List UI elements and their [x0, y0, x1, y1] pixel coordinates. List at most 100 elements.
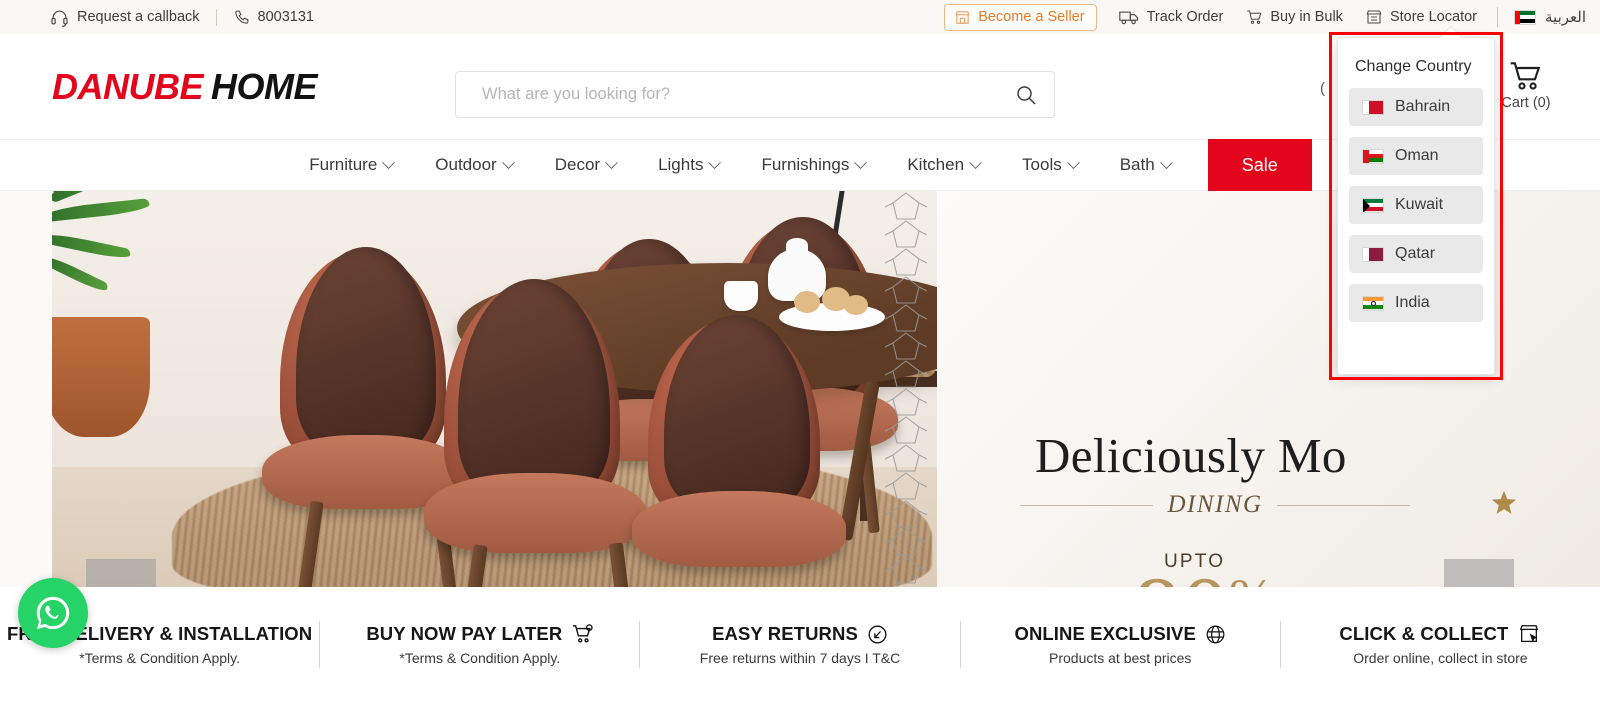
country-label: Kuwait: [1395, 196, 1444, 213]
kuwait-flag-icon: [1362, 197, 1384, 213]
language-switcher[interactable]: العربية: [1514, 8, 1586, 26]
feature-heading-row: BUY NOW PAY LATER: [366, 623, 593, 645]
headset-icon: [50, 8, 69, 27]
hero-banner-image: [52, 191, 937, 587]
country-dropdown-panel: Change Country Bahrain Oman Kuwait Qatar…: [1337, 37, 1495, 375]
feature-subtitle: Products at best prices: [1049, 650, 1192, 666]
nav-label: Furniture: [309, 155, 378, 174]
hero-discount-number: 80: [1133, 562, 1229, 587]
nav-label: Furnishings: [761, 155, 850, 174]
logo-danube: DANUBE: [52, 65, 204, 107]
search-input[interactable]: [482, 85, 1014, 104]
search-bar[interactable]: [455, 71, 1055, 118]
rule-right: [1276, 504, 1411, 506]
country-option-bahrain[interactable]: Bahrain: [1349, 88, 1483, 126]
globe-icon: [1205, 624, 1226, 645]
rule-left: [1020, 504, 1154, 506]
chevron-down-icon: [969, 155, 982, 169]
nav-items-container: Furniture Outdoor Decor Lights Furnishin…: [288, 139, 1312, 191]
country-label: Qatar: [1395, 245, 1436, 262]
country-option-qatar[interactable]: Qatar: [1349, 235, 1483, 273]
account-partial-text[interactable]: (: [1320, 80, 1325, 97]
request-callback-link[interactable]: Request a callback: [50, 8, 200, 27]
chevron-down-icon: [382, 155, 396, 169]
nav-label: Kitchen: [907, 155, 965, 174]
country-option-kuwait[interactable]: Kuwait: [1349, 186, 1483, 224]
cart-label: Cart (0): [1501, 95, 1551, 111]
store-locator-label: Store Locator: [1389, 9, 1477, 25]
nav-item-bath[interactable]: Bath: [1099, 139, 1192, 191]
india-flag-icon: [1362, 295, 1384, 311]
feature-subtitle: Order online, collect in store: [1353, 650, 1528, 666]
hero-title: Deliciously Mo: [1035, 428, 1347, 483]
buy-in-bulk-label: Buy in Bulk: [1270, 9, 1343, 25]
nav-label: Tools: [1022, 155, 1062, 174]
nav-label: Decor: [554, 155, 601, 174]
country-label: Bahrain: [1395, 98, 1451, 115]
country-dropdown-title: Change Country: [1355, 58, 1472, 75]
feature-subtitle: *Terms & Condition Apply.: [79, 650, 241, 666]
country-option-india[interactable]: India: [1349, 284, 1483, 322]
hero-subtitle-row: DINING: [1020, 491, 1411, 519]
track-order-link[interactable]: Track Order: [1118, 8, 1224, 26]
feature-title: BUY NOW PAY LATER: [366, 623, 563, 644]
utility-left-group: Request a callback 8003131: [50, 8, 314, 27]
nav-item-lights[interactable]: Lights: [637, 139, 740, 191]
hero-discount-percent: %: [1229, 571, 1274, 587]
nav-label: Lights: [658, 155, 704, 174]
feature-online-exclusive: ONLINE EXCLUSIVE Products at best prices: [961, 623, 1280, 666]
site-logo[interactable]: DANUBE HOME: [52, 65, 318, 108]
utility-divider: [215, 8, 217, 26]
chevron-down-icon: [1159, 155, 1173, 169]
nav-item-furnishings[interactable]: Furnishings: [740, 139, 886, 191]
sale-label: Sale: [1241, 154, 1278, 175]
nav-item-decor[interactable]: Decor: [534, 139, 637, 191]
track-order-label: Track Order: [1146, 9, 1224, 25]
search-icon[interactable]: [1014, 83, 1038, 107]
carousel-next-button[interactable]: [1444, 559, 1514, 587]
phone-link[interactable]: 8003131: [233, 9, 314, 26]
buy-in-bulk-link[interactable]: Buy in Bulk: [1245, 8, 1343, 26]
utility-bar: Request a callback 8003131 Become a Sell…: [0, 0, 1600, 34]
country-label: Oman: [1395, 147, 1439, 164]
feature-click-and-collect: CLICK & COLLECT Order online, collect in…: [1281, 623, 1600, 666]
whatsapp-icon: [36, 596, 70, 630]
page-root: Request a callback 8003131 Become a Sell…: [0, 0, 1600, 702]
nav-label: Bath: [1119, 155, 1155, 174]
feature-title: EASY RETURNS: [712, 623, 858, 644]
oman-flag-icon: [1362, 148, 1384, 164]
whatsapp-button[interactable]: [18, 578, 88, 648]
carousel-prev-button[interactable]: [86, 559, 156, 587]
chevron-down-icon: [708, 155, 722, 169]
become-a-seller-button[interactable]: Become a Seller: [944, 3, 1097, 31]
feature-heading-row: CLICK & COLLECT: [1339, 623, 1541, 645]
nav-item-kitchen[interactable]: Kitchen: [886, 139, 1001, 191]
country-option-oman[interactable]: Oman: [1349, 137, 1483, 175]
nav-item-outdoor[interactable]: Outdoor: [414, 139, 533, 191]
hero-subtitle: DINING: [1167, 491, 1263, 518]
bahrain-flag-icon: [1362, 99, 1384, 115]
become-a-seller-label: Become a Seller: [978, 9, 1085, 25]
feature-buy-now-pay-later: BUY NOW PAY LATER *Terms & Condition App…: [320, 623, 639, 666]
star-decoration-icon: [1489, 489, 1519, 519]
qatar-flag-icon: [1362, 246, 1384, 262]
feature-subtitle: Free returns within 7 days I T&C: [699, 650, 901, 666]
hero-discount-group: 80 % OFF: [1133, 562, 1337, 587]
store-locator-link[interactable]: Store Locator: [1365, 8, 1477, 26]
feature-heading-row: ONLINE EXCLUSIVE: [1014, 623, 1226, 645]
feature-title: CLICK & COLLECT: [1339, 623, 1509, 644]
arabesque-pattern-decoration: [884, 191, 928, 587]
chevron-down-icon: [501, 155, 515, 169]
cart-button[interactable]: Cart (0): [1490, 60, 1562, 111]
nav-item-sale[interactable]: Sale: [1207, 139, 1312, 191]
request-callback-label: Request a callback: [77, 9, 200, 25]
chevron-down-icon: [605, 155, 618, 169]
phone-number-label: 8003131: [257, 9, 314, 25]
nav-label: Outdoor: [435, 155, 497, 174]
storefront-icon: [954, 9, 971, 26]
utility-right-group: Become a Seller Track Order Buy in Bulk …: [944, 0, 1600, 34]
feature-easy-returns: EASY RETURNS Free returns within 7 days …: [640, 623, 959, 666]
chevron-down-icon: [1066, 155, 1080, 169]
nav-item-tools[interactable]: Tools: [1001, 139, 1099, 191]
nav-item-furniture[interactable]: Furniture: [288, 139, 414, 191]
